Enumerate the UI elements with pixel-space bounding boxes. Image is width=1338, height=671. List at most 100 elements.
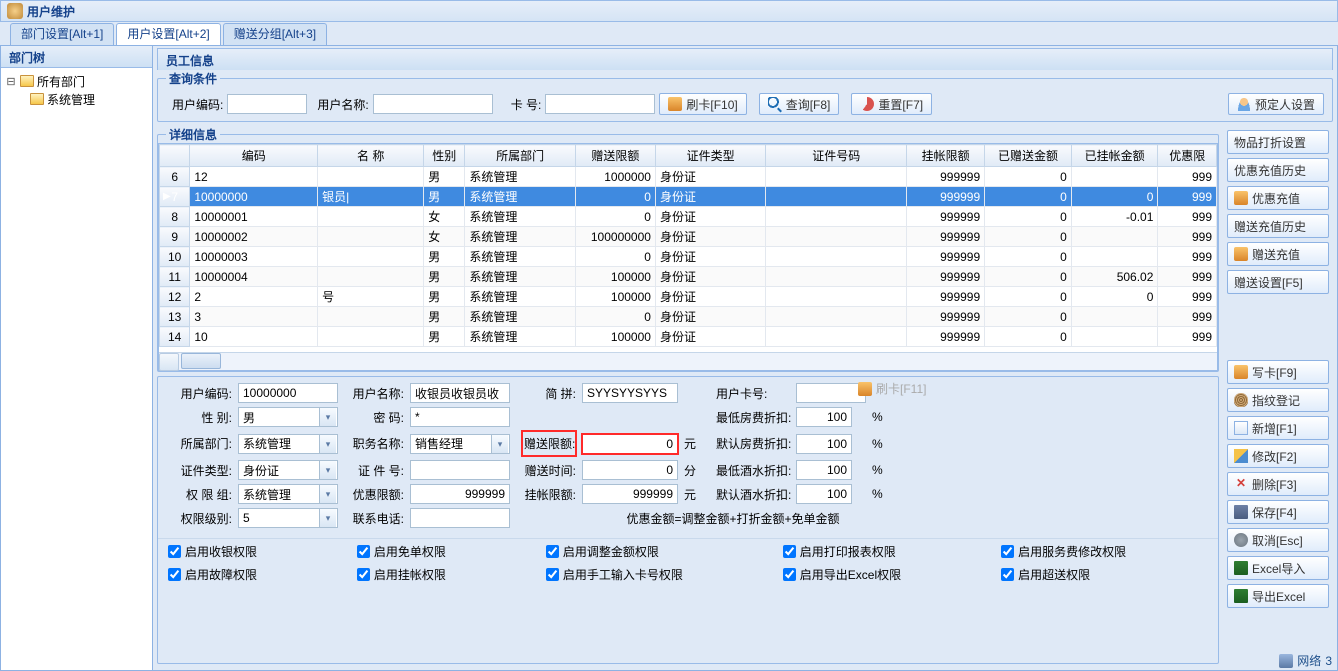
f-sex[interactable] xyxy=(238,407,338,427)
f-permlvl-combo[interactable] xyxy=(238,508,338,528)
brush-card-button[interactable]: 刷卡[F10] xyxy=(659,93,746,115)
f-permgrp-combo[interactable] xyxy=(238,484,338,504)
perm-启用导出Excel权限[interactable]: 启用导出Excel权限 xyxy=(783,566,983,583)
f-sex-combo[interactable] xyxy=(238,407,338,427)
action-取消[Esc][interactable]: 取消[Esc] xyxy=(1227,528,1329,552)
f-pinyin[interactable] xyxy=(582,383,678,403)
action-赠送设置[F5][interactable]: 赠送设置[F5] xyxy=(1227,270,1329,294)
f-defroom[interactable] xyxy=(796,434,852,454)
table-row[interactable]: 9 10000002女系统管理 100000000身份证 9999990999 xyxy=(160,227,1217,247)
tree-root[interactable]: ⊟ 所有部门 xyxy=(5,72,148,90)
f-defdrink[interactable] xyxy=(796,484,852,504)
col-header[interactable]: 已挂帐金额 xyxy=(1071,145,1158,167)
f-usercode[interactable] xyxy=(238,383,338,403)
tree-child[interactable]: 系统管理 xyxy=(5,90,148,108)
checkbox[interactable] xyxy=(783,568,796,581)
f-minroom[interactable] xyxy=(796,407,852,427)
col-header[interactable]: 已赠送金额 xyxy=(985,145,1072,167)
perm-启用免单权限[interactable]: 启用免单权限 xyxy=(357,543,528,560)
perm-启用收银权限[interactable]: 启用收银权限 xyxy=(168,543,339,560)
f-permlvl[interactable] xyxy=(238,508,338,528)
f-permgrp[interactable] xyxy=(238,484,338,504)
f-idno[interactable] xyxy=(410,460,510,480)
action-优惠充值[interactable]: 优惠充值 xyxy=(1227,186,1329,210)
f-usercard[interactable] xyxy=(796,383,866,403)
tab-赠送分组[Alt+3][interactable]: 赠送分组[Alt+3] xyxy=(223,23,327,45)
action-赠送充值[interactable]: 赠送充值 xyxy=(1227,242,1329,266)
col-header[interactable]: 编码 xyxy=(190,145,318,167)
user-name-input[interactable] xyxy=(373,94,493,114)
f-phone[interactable] xyxy=(410,508,510,528)
action-导出Excel[interactable]: 导出Excel xyxy=(1227,584,1329,608)
col-header[interactable]: 赠送限额 xyxy=(575,145,655,167)
col-header[interactable]: 性别 xyxy=(424,145,465,167)
action-删除[F3][interactable]: ✕删除[F3] xyxy=(1227,472,1329,496)
checkbox[interactable] xyxy=(1001,545,1014,558)
col-header[interactable]: 优惠限 xyxy=(1158,145,1217,167)
tab-部门设置[Alt+1][interactable]: 部门设置[Alt+1] xyxy=(10,23,114,45)
f-dept[interactable] xyxy=(238,434,338,454)
perm-启用挂帐权限[interactable]: 启用挂帐权限 xyxy=(357,566,528,583)
checkbox[interactable] xyxy=(357,568,370,581)
action-物品打折设置[interactable]: 物品打折设置 xyxy=(1227,130,1329,154)
card-no-input[interactable] xyxy=(545,94,655,114)
table-row[interactable]: 14 10男系统管理 100000身份证 9999990999 xyxy=(160,327,1217,347)
perm-启用打印报表权限[interactable]: 启用打印报表权限 xyxy=(783,543,983,560)
f-job[interactable] xyxy=(410,434,510,454)
f-dept-combo[interactable] xyxy=(238,434,338,454)
f-username[interactable] xyxy=(410,383,510,403)
f-disclim[interactable] xyxy=(410,484,510,504)
search-button[interactable]: 查询[F8] xyxy=(759,93,840,115)
f-gifttime[interactable] xyxy=(582,460,678,480)
table-row[interactable]: 8 10000001女系统管理 0身份证 9999990-0.01999 xyxy=(160,207,1217,227)
f-giftlim[interactable] xyxy=(582,434,678,454)
action-保存[F4][interactable]: 保存[F4] xyxy=(1227,500,1329,524)
f-idtype-combo[interactable] xyxy=(238,460,338,480)
col-header[interactable]: 所属部门 xyxy=(465,145,575,167)
checkbox[interactable] xyxy=(168,568,181,581)
table-row[interactable]: 11 10000004男系统管理 100000身份证 9999990506.02… xyxy=(160,267,1217,287)
action-修改[F2][interactable]: 修改[F2] xyxy=(1227,444,1329,468)
brush-card-f11[interactable]: 刷卡[F11] xyxy=(876,380,926,397)
dept-tree[interactable]: ⊟ 所有部门 系统管理 xyxy=(1,68,152,670)
employee-table[interactable]: 编码名 称性别所属部门赠送限额证件类型证件号码挂帐限额已赠送金额已挂帐金额优惠限… xyxy=(159,144,1217,347)
f-mindrink[interactable] xyxy=(796,460,852,480)
f-creditlim[interactable] xyxy=(582,484,678,504)
action-写卡[F9][interactable]: 写卡[F9] xyxy=(1227,360,1329,384)
scroll-thumb[interactable] xyxy=(181,353,221,369)
action-赠送充值历史[interactable]: 赠送充值历史 xyxy=(1227,214,1329,238)
checkbox[interactable] xyxy=(357,545,370,558)
col-header[interactable]: 证件号码 xyxy=(766,145,907,167)
checkbox[interactable] xyxy=(546,545,559,558)
perm-启用超送权限[interactable]: 启用超送权限 xyxy=(1001,566,1208,583)
collapse-icon[interactable]: ⊟ xyxy=(5,75,17,88)
table-row[interactable]: 13 3男系统管理 0身份证 9999990999 xyxy=(160,307,1217,327)
action-指纹登记[interactable]: 指纹登记 xyxy=(1227,388,1329,412)
reserve-person-button[interactable]: 预定人设置 xyxy=(1228,93,1324,115)
action-优惠充值历史[interactable]: 优惠充值历史 xyxy=(1227,158,1329,182)
col-header[interactable]: 挂帐限额 xyxy=(907,145,985,167)
checkbox[interactable] xyxy=(1001,568,1014,581)
action-新增[F1][interactable]: 新增[F1] xyxy=(1227,416,1329,440)
col-header[interactable] xyxy=(160,145,190,167)
perm-启用手工输入卡号权限[interactable]: 启用手工输入卡号权限 xyxy=(546,566,765,583)
table-row[interactable]: ▶7 10000000 银员|男系统管理 0身份证 99999900999 xyxy=(160,187,1217,207)
table-row[interactable]: 12 2 号男系统管理 100000身份证 99999900999 xyxy=(160,287,1217,307)
perm-启用服务费修改权限[interactable]: 启用服务费修改权限 xyxy=(1001,543,1208,560)
col-header[interactable]: 名 称 xyxy=(318,145,424,167)
checkbox[interactable] xyxy=(546,568,559,581)
reset-button[interactable]: 重置[F7] xyxy=(851,93,932,115)
user-code-input[interactable] xyxy=(227,94,307,114)
table-row[interactable]: 6 12男系统管理 1000000身份证 9999990999 xyxy=(160,167,1217,187)
perm-启用故障权限[interactable]: 启用故障权限 xyxy=(168,566,339,583)
f-pwd[interactable] xyxy=(410,407,510,427)
tab-用户设置[Alt+2][interactable]: 用户设置[Alt+2] xyxy=(116,23,220,45)
perm-启用调整金额权限[interactable]: 启用调整金额权限 xyxy=(546,543,765,560)
checkbox[interactable] xyxy=(783,545,796,558)
checkbox[interactable] xyxy=(168,545,181,558)
f-idtype[interactable] xyxy=(238,460,338,480)
col-header[interactable]: 证件类型 xyxy=(655,145,765,167)
table-row[interactable]: 10 10000003男系统管理 0身份证 9999990999 xyxy=(160,247,1217,267)
horizontal-scrollbar[interactable] xyxy=(159,352,1217,370)
action-Excel导入[interactable]: Excel导入 xyxy=(1227,556,1329,580)
